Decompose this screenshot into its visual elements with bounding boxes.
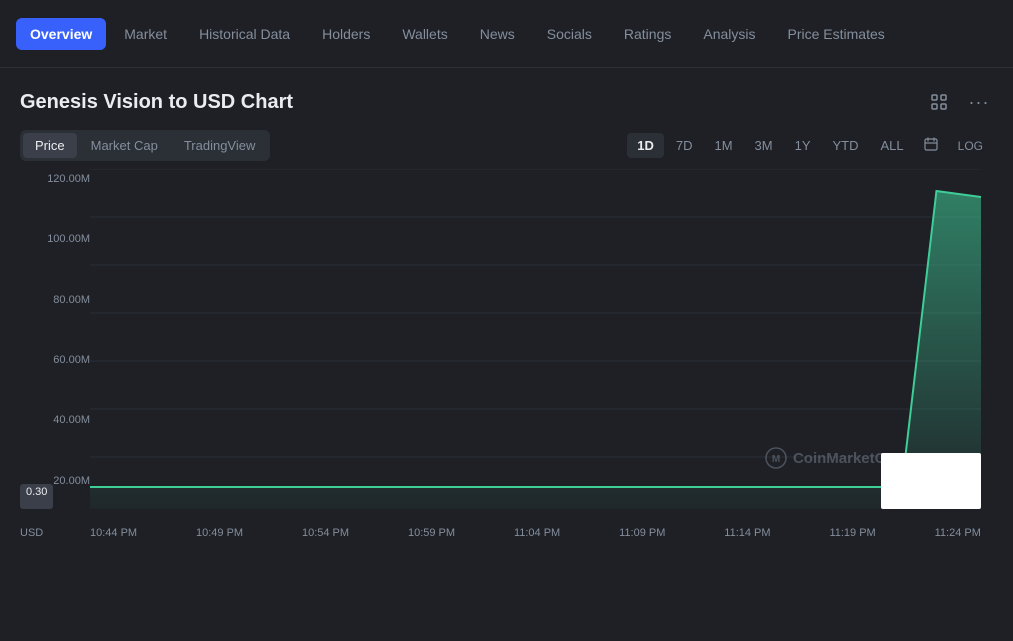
chart-type-tab-price[interactable]: Price	[23, 133, 77, 158]
chart-type-tabs: PriceMarket CapTradingView	[20, 130, 270, 161]
y-label-3: 60.00M	[20, 354, 90, 366]
nav-item-market[interactable]: Market	[110, 18, 181, 50]
chart-title: Genesis Vision to USD Chart	[20, 91, 293, 114]
calendar-button[interactable]	[916, 132, 946, 159]
x-label-7: 11:19 PM	[829, 527, 875, 539]
y-label-4: 40.00M	[20, 414, 90, 426]
y-label-1: 100.00M	[20, 233, 90, 245]
nav-item-analysis[interactable]: Analysis	[689, 18, 769, 50]
svg-text:M: M	[772, 454, 780, 465]
chart-controls: PriceMarket CapTradingView 1D7D1M3M1YYTD…	[20, 130, 993, 161]
x-label-0: 10:44 PM	[90, 527, 137, 539]
y-label-0: 120.00M	[20, 173, 90, 185]
top-nav: OverviewMarketHistorical DataHoldersWall…	[0, 0, 1013, 68]
log-toggle-button[interactable]: LOG	[948, 134, 993, 158]
nav-item-wallets[interactable]: Wallets	[388, 18, 461, 50]
time-btn-1d[interactable]: 1D	[627, 133, 664, 158]
nav-item-ratings[interactable]: Ratings	[610, 18, 685, 50]
x-label-3: 10:59 PM	[408, 527, 455, 539]
time-controls: 1D7D1M3M1YYTDALL LOG	[627, 132, 993, 159]
chart-type-tab-market-cap[interactable]: Market Cap	[79, 133, 170, 158]
nav-item-socials[interactable]: Socials	[533, 18, 606, 50]
nav-item-overview[interactable]: Overview	[16, 18, 106, 50]
y-label-2: 80.00M	[20, 294, 90, 306]
nav-item-news[interactable]: News	[466, 18, 529, 50]
x-label-1: 10:49 PM	[196, 527, 243, 539]
x-label-5: 11:09 PM	[619, 527, 665, 539]
chart-area: 120.00M100.00M80.00M60.00M40.00M20.00M 0…	[20, 169, 993, 539]
time-btn-1m[interactable]: 1M	[704, 133, 742, 158]
expand-button[interactable]	[925, 88, 953, 116]
price-badge: 0.30	[20, 484, 53, 509]
main-content: Genesis Vision to USD Chart ··· PriceMar…	[0, 68, 1013, 641]
x-axis: 10:44 PM 10:49 PM 10:54 PM 10:59 PM 11:04 PM…	[90, 523, 981, 539]
nav-item-price-estimates[interactable]: Price Estimates	[774, 18, 899, 50]
cmc-logo-icon: M	[765, 447, 787, 469]
time-btn-1y[interactable]: 1Y	[785, 133, 821, 158]
chart-header-actions: ···	[925, 88, 993, 116]
time-btn-all[interactable]: ALL	[871, 133, 914, 158]
chart-header: Genesis Vision to USD Chart ···	[20, 88, 993, 116]
x-label-6: 11:14 PM	[724, 527, 770, 539]
time-btn-ytd[interactable]: YTD	[823, 133, 869, 158]
price-badge-value: 0.30	[26, 486, 47, 498]
time-btn-3m[interactable]: 3M	[745, 133, 783, 158]
x-label-8: 11:24 PM	[935, 527, 981, 539]
chart-type-tab-tradingview[interactable]: TradingView	[172, 133, 268, 158]
usd-label: USD	[20, 523, 90, 539]
x-label-2: 10:54 PM	[302, 527, 349, 539]
nav-item-holders[interactable]: Holders	[308, 18, 384, 50]
time-btn-7d[interactable]: 7D	[666, 133, 703, 158]
more-options-button[interactable]: ···	[965, 88, 993, 116]
bottom-overlay-box	[881, 453, 981, 509]
x-label-4: 11:04 PM	[514, 527, 560, 539]
nav-item-historical-data[interactable]: Historical Data	[185, 18, 304, 50]
